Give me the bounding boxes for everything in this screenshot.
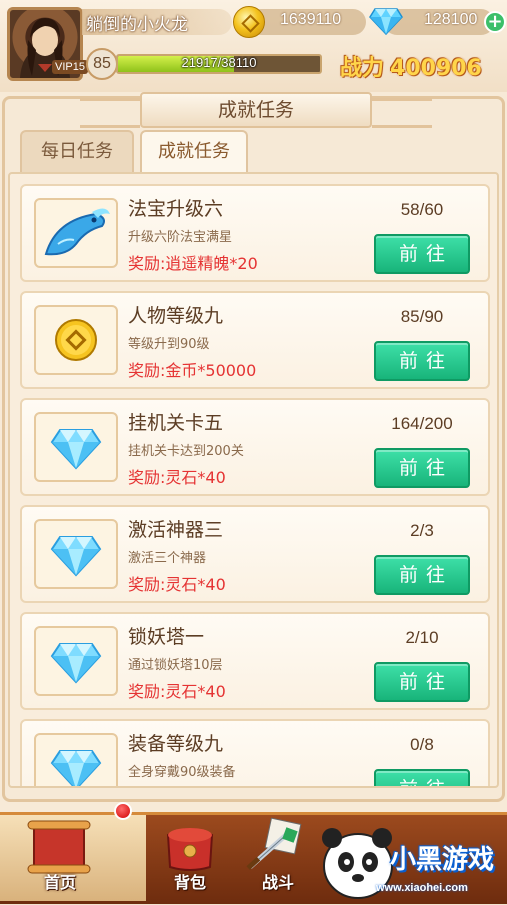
task-title: 装备等级九 — [128, 733, 224, 755]
task-description: 通过锁妖塔10层 — [128, 658, 223, 673]
notification-dot — [114, 802, 132, 820]
task-list[interactable]: 法宝升级六 升级六阶法宝满星 奖励:逍遥精魄*20 58/60 前往 人物等级九 等级升到9… — [8, 172, 499, 788]
task-icon-box — [34, 412, 118, 482]
nav-bag-label: 背包 — [173, 873, 206, 892]
task-card: 装备等级九全身穿戴90级装备 0/8 前往 — [20, 719, 490, 786]
task-title: 人物等级九 — [128, 305, 224, 327]
task-icon-box — [34, 198, 118, 268]
task-card: 挂机关卡五挂机关卡达到200关奖励:灵石*40 164/200 前往 — [20, 398, 490, 496]
plus-icon: + — [487, 11, 503, 32]
tab-daily-tasks[interactable]: 每日任务 — [20, 130, 134, 172]
panel-title: 成就任务 — [140, 92, 372, 128]
task-icon-box — [34, 733, 118, 786]
task-description: 等级升到90级 — [128, 337, 210, 352]
tab-achievement-tasks[interactable]: 成就任务 — [140, 130, 248, 172]
watermark-url: www.xiaohei.com — [376, 882, 468, 894]
task-reward: 奖励:灵石*40 — [128, 468, 226, 487]
task-title: 锁妖塔一 — [128, 626, 205, 648]
task-description: 挂机关卡达到200关 — [128, 444, 244, 459]
task-progress: 2/10 — [405, 628, 439, 647]
nav-home[interactable]: 首页 — [20, 815, 100, 901]
player-name: 躺倒的小火龙 — [86, 15, 188, 35]
go-button[interactable]: 前往 — [374, 448, 470, 488]
add-gems-button[interactable]: + — [484, 11, 506, 33]
task-icon-box — [34, 305, 118, 375]
nav-battle-label: 战斗 — [261, 873, 294, 892]
task-progress: 0/8 — [410, 735, 434, 754]
gold-coin-icon — [233, 6, 265, 38]
task-progress: 2/3 — [410, 521, 434, 540]
player-level: 85 — [86, 48, 118, 80]
task-card: 激活神器三激活三个神器奖励:灵石*40 2/3 前往 — [20, 505, 490, 603]
watermark-brand: 小黑游戏 — [390, 845, 495, 875]
power-label: 战力 — [340, 56, 385, 81]
go-button[interactable]: 前往 — [374, 769, 470, 786]
task-reward: 奖励:金币*50000 — [128, 361, 257, 380]
nav-home-label: 首页 — [43, 873, 76, 892]
task-progress: 164/200 — [391, 414, 453, 433]
go-button[interactable]: 前往 — [374, 341, 470, 381]
go-button[interactable]: 前往 — [374, 234, 470, 274]
task-title: 法宝升级六 — [128, 198, 224, 220]
task-description: 激活三个神器 — [128, 551, 207, 566]
task-title: 激活神器三 — [128, 519, 224, 541]
task-reward: 奖励:灵石*40 — [128, 575, 226, 594]
task-card: 法宝升级六升级六阶法宝满星奖励:逍遥精魄*20 58/60 前往 — [20, 184, 490, 282]
nav-bag[interactable]: 背包 — [150, 815, 230, 901]
task-icon-box — [34, 626, 118, 696]
task-card: 人物等级九等级升到90级奖励:金币*50000 85/90 前往 — [20, 291, 490, 389]
vip-badge: VIP15 — [52, 60, 88, 74]
task-title: 挂机关卡五 — [128, 412, 224, 434]
task-reward: 奖励:灵石*40 — [128, 682, 226, 701]
task-reward: 奖励:逍遥精魄*20 — [128, 254, 258, 273]
combat-power: 战力 400906 — [340, 50, 482, 82]
task-card: 锁妖塔一通过锁妖塔10层奖励:灵石*40 2/10 前往 — [20, 612, 490, 710]
go-button[interactable]: 前往 — [374, 555, 470, 595]
power-value: 400906 — [390, 56, 482, 81]
go-button[interactable]: 前往 — [374, 662, 470, 702]
task-icon-box — [34, 519, 118, 589]
bag-icon — [166, 828, 214, 871]
task-description: 升级六阶法宝满星 — [128, 230, 233, 245]
title-ornament-left — [80, 98, 140, 128]
gem-amount: 128100 — [424, 11, 478, 28]
gold-amount: 1639110 — [280, 11, 342, 28]
task-description: 全身穿戴90级装备 — [128, 765, 236, 780]
task-progress: 58/60 — [400, 200, 444, 219]
title-ornament-right — [372, 98, 432, 128]
scroll-icon — [27, 820, 91, 874]
swords-icon — [246, 817, 302, 870]
diamond-icon — [369, 7, 403, 39]
exp-text: 21917/38110 — [181, 55, 257, 70]
nav-battle[interactable]: 战斗 — [238, 815, 318, 901]
task-progress: 85/90 — [400, 307, 444, 326]
exp-bar: 21917/38110 — [116, 54, 322, 74]
